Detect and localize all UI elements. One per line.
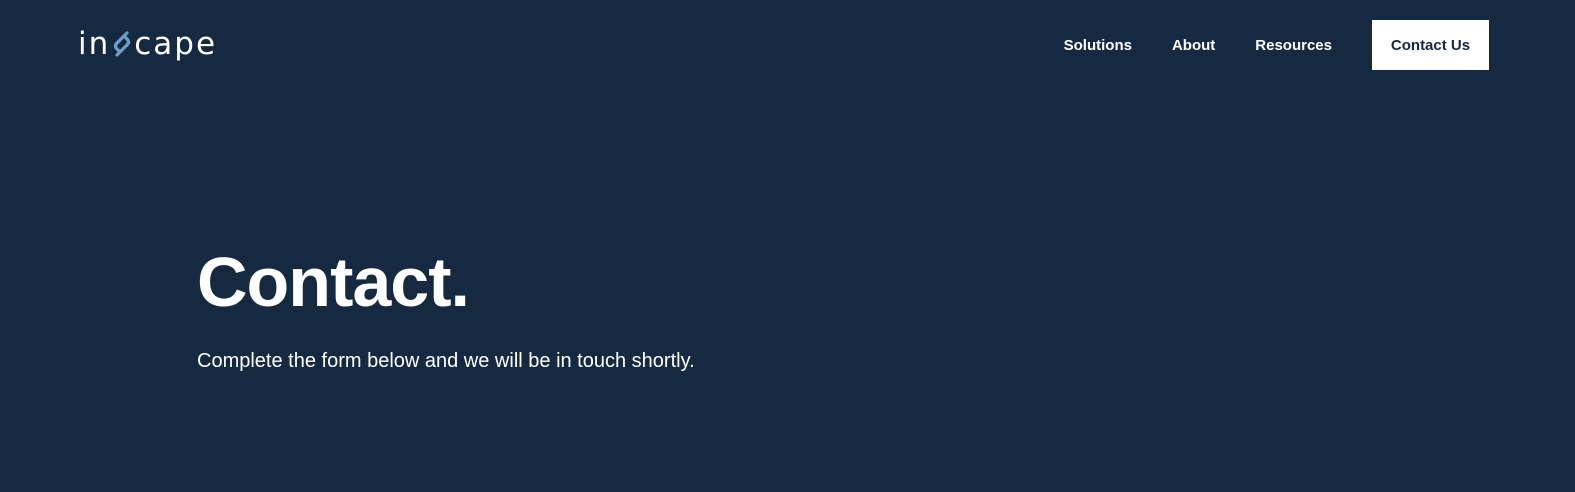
hero-section: Contact. Complete the form below and we … <box>197 242 695 375</box>
logo-prefix: in <box>78 26 111 62</box>
contact-us-button[interactable]: Contact Us <box>1372 20 1489 70</box>
nav-item-solutions[interactable]: Solutions <box>1064 37 1132 54</box>
page-title: Contact. <box>197 243 470 321</box>
nav-item-about[interactable]: About <box>1172 37 1215 54</box>
site-header: in cape Solutions About Resources Contac… <box>0 0 1575 90</box>
inscape-logo[interactable]: in cape <box>78 26 218 62</box>
page-subtitle: Complete the form below and we will be i… <box>197 350 695 372</box>
nav-item-resources[interactable]: Resources <box>1255 37 1332 54</box>
logo-suffix: cape <box>134 26 218 62</box>
main-nav: Solutions About Resources Contact Us <box>1064 20 1489 70</box>
stylized-s-icon <box>114 31 131 57</box>
